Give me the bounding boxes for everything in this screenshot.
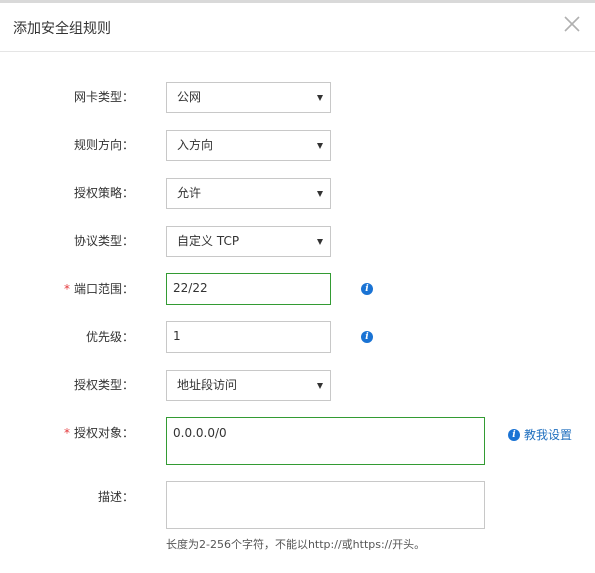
port-range-value: 22/22 [173,281,208,295]
required-mark: * [63,282,70,296]
info-icon[interactable]: i [361,331,373,343]
auth-type-select[interactable]: 地址段访问 [166,370,331,401]
auth-object-textarea[interactable]: 0.0.0.0/0 [166,417,485,465]
nic-type-label: 网卡类型： [73,90,134,104]
dialog-header: 添加安全组规则 [0,3,595,52]
nic-type-value: 公网 [177,90,202,104]
protocol-value: 自定义 TCP [177,234,240,248]
protocol-select[interactable]: 自定义 TCP [166,226,331,257]
policy-label: 授权策略： [73,186,134,200]
description-textarea[interactable] [166,481,485,529]
info-icon[interactable]: i [361,283,373,295]
policy-select[interactable]: 允许 [166,178,331,209]
required-mark: * [63,426,70,440]
auth-object-label: * 授权对象： [0,426,134,440]
help-link-text[interactable]: 教我设置 [524,426,572,443]
priority-label: 优先级： [85,330,134,344]
auth-type-value: 地址段访问 [177,378,238,392]
priority-value: 1 [173,329,181,343]
direction-label: 规则方向： [73,138,134,152]
auth-type-label: 授权类型： [73,378,134,392]
info-icon: i [508,428,520,441]
auth-object-label-text: 授权对象： [73,426,134,440]
direction-value: 入方向 [177,138,214,152]
close-icon[interactable] [563,15,581,33]
priority-input[interactable]: 1 [166,321,331,353]
auth-object-value: 0.0.0.0/0 [173,426,227,440]
chevron-down-icon [317,239,323,245]
protocol-label: 协议类型： [73,234,134,248]
description-label: 描述： [97,490,134,504]
port-range-input[interactable]: 22/22 [166,273,331,305]
dialog-title: 添加安全组规则 [13,21,111,37]
port-range-label-text: 端口范围： [73,282,134,296]
nic-type-select[interactable]: 公网 [166,82,331,113]
description-hint: 长度为2-256个字符，不能以http://或https://开头。 [166,538,426,551]
chevron-down-icon [317,383,323,389]
direction-select[interactable]: 入方向 [166,130,331,161]
port-range-label: * 端口范围： [0,282,134,296]
help-link[interactable]: i 教我设置 [508,426,572,443]
policy-value: 允许 [177,186,202,200]
chevron-down-icon [317,191,323,197]
chevron-down-icon [317,143,323,149]
chevron-down-icon [317,95,323,101]
